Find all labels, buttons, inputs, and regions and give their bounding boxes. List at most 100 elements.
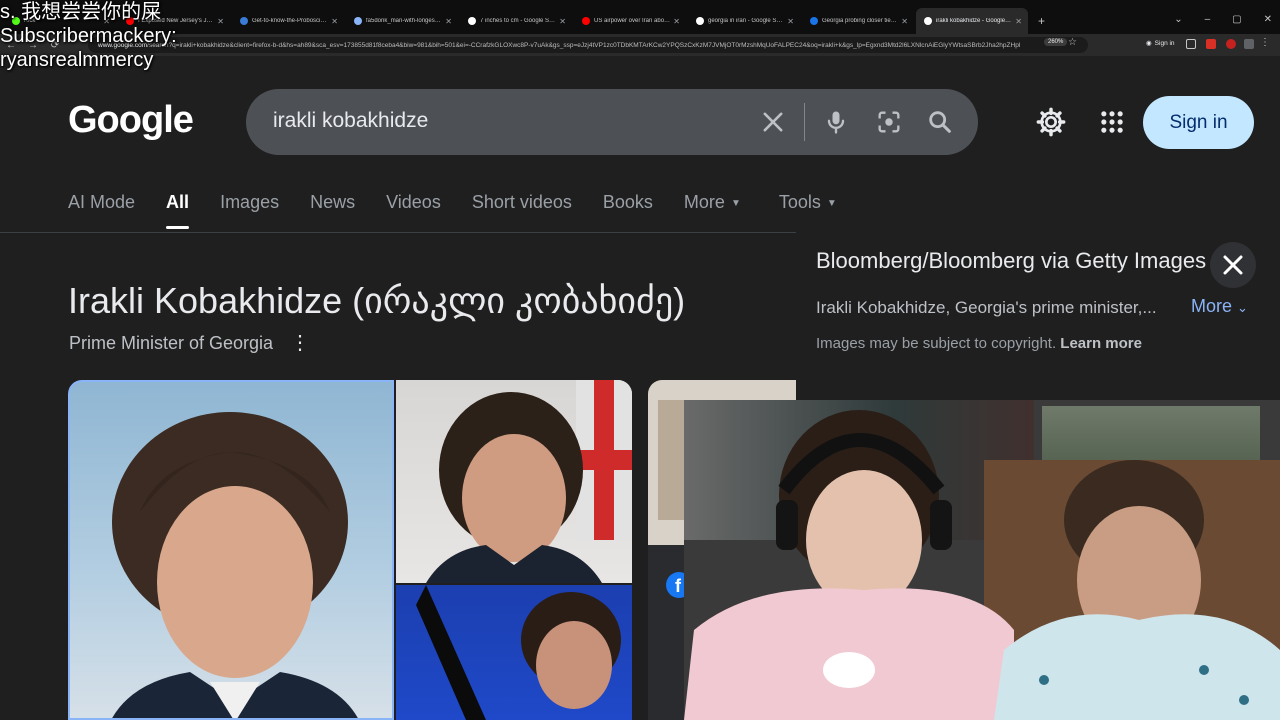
caret-down-icon: ▼ xyxy=(826,197,837,209)
entity-subtitle: Prime Minister of Georgia xyxy=(69,333,274,353)
tabs-divider xyxy=(0,232,810,233)
browser-tab[interactable]: 7 inches to cm - Google Search ✕ xyxy=(460,8,572,34)
tab-favicon xyxy=(696,17,704,25)
tab-title: irakli kobakhidze - Google Search xyxy=(936,18,1012,24)
tab-favicon xyxy=(240,17,248,25)
extension-icon[interactable] xyxy=(1206,39,1216,49)
tab-title: US airpower over Iran about to xyxy=(594,18,671,24)
browser-tab[interactable]: fa5donk_man-with-longest-nose-g✕ xyxy=(346,8,458,34)
gear-icon[interactable] xyxy=(1035,106,1067,138)
search-icon[interactable] xyxy=(926,108,954,136)
tab-favicon xyxy=(810,17,818,25)
close-tab-icon[interactable]: ✕ xyxy=(559,17,566,26)
address-bar[interactable]: www.google.com/search?q=irakli+kobakhidz… xyxy=(88,37,1088,53)
browser-tab[interactable]: US airpower over Iran about to ✕ xyxy=(574,8,686,34)
search-box[interactable]: irakli kobakhidze xyxy=(246,89,978,155)
browser-toolbar: ← → ⟳ www.google.com/search?q=irakli+kob… xyxy=(0,34,1280,56)
sign-in-button[interactable]: Sign in xyxy=(1143,96,1254,149)
svg-text:f: f xyxy=(675,576,682,596)
clear-search-icon[interactable] xyxy=(759,108,787,136)
overlay-subscriber-label: Subscribermackery: xyxy=(0,25,177,47)
portrait-image xyxy=(112,412,358,718)
close-tab-icon[interactable]: ✕ xyxy=(673,17,680,26)
copyright-notice: Images may be subject to copyright. Lear… xyxy=(816,335,1142,352)
tab-ai-mode[interactable]: AI Mode xyxy=(68,192,135,232)
extension-icon[interactable] xyxy=(1186,39,1196,49)
browser-signin[interactable]: ◉ Sign in xyxy=(1146,39,1175,48)
browser-tab-bar: Kick ✕ I Exposed New Jersey's Jewish ✕ Get… xyxy=(0,0,1280,34)
close-tab-icon[interactable]: ✕ xyxy=(901,17,908,26)
extension-icon[interactable] xyxy=(1244,39,1254,49)
tab-favicon xyxy=(582,17,590,25)
close-icon xyxy=(1223,255,1243,275)
browser-tab[interactable]: Georgia probing closer ties with ✕ xyxy=(802,8,914,34)
webcam-overlay xyxy=(684,400,1280,720)
microphone-icon[interactable] xyxy=(822,108,850,136)
tab-title: Get-to-know-the-Proboscis-Mo xyxy=(252,18,329,24)
apps-grid-icon[interactable] xyxy=(1098,108,1126,136)
stream-overlay: s. 我想尝尝你的屎 Subscribermackery: ryansrealm… xyxy=(0,0,177,72)
tab-favicon xyxy=(354,17,362,25)
profile-icon: ◉ xyxy=(1146,40,1152,47)
extension-icon[interactable] xyxy=(1226,39,1236,49)
tab-title: Georgia probing closer ties with xyxy=(822,18,899,24)
image-source[interactable]: Bloomberg/Bloomberg via Getty Images xyxy=(816,248,1206,274)
zoom-badge[interactable]: 260% xyxy=(1044,38,1068,46)
portrait-image xyxy=(426,380,632,583)
copyright-text: Images may be subject to copyright. xyxy=(816,335,1057,352)
tab-news[interactable]: News xyxy=(310,192,355,232)
tab-short-videos[interactable]: Short videos xyxy=(472,192,572,232)
entity-photo-main[interactable] xyxy=(68,380,394,720)
lens-camera-icon[interactable] xyxy=(875,108,903,136)
browser-menu-icon[interactable]: ⋮ xyxy=(1260,37,1270,48)
portrait-image xyxy=(416,585,621,720)
tab-title: georgia in iran - Google Search xyxy=(708,18,785,24)
learn-more-link[interactable]: Learn more xyxy=(1060,335,1142,352)
search-divider xyxy=(804,103,805,141)
browser-signin-label: Sign in xyxy=(1154,39,1175,47)
entity-photo-2[interactable] xyxy=(396,380,632,583)
close-tab-icon[interactable]: ✕ xyxy=(445,17,452,26)
close-tab-icon[interactable]: ✕ xyxy=(217,17,224,26)
close-tab-icon[interactable]: ✕ xyxy=(331,17,338,26)
tab-title: fa5donk_man-with-longest-nose-g xyxy=(366,18,442,24)
minimize-icon[interactable]: – xyxy=(1205,14,1211,25)
close-viewer-button[interactable] xyxy=(1210,242,1256,288)
close-window-icon[interactable]: ✕ xyxy=(1264,14,1272,25)
tab-more-label: More xyxy=(683,192,725,212)
more-options-icon[interactable]: ⋮ xyxy=(290,330,310,355)
search-tabs: AI Mode All Images News Videos Short vid… xyxy=(68,192,868,232)
bookmark-star-icon[interactable]: ☆ xyxy=(1068,37,1077,48)
search-input[interactable]: irakli kobakhidze xyxy=(273,109,428,133)
url-path: /search?q=irakli+kobakhidze&client=firef… xyxy=(147,41,1021,49)
browser-tab[interactable]: georgia in iran - Google Search ✕ xyxy=(688,8,800,34)
browser-tab[interactable]: Get-to-know-the-Proboscis-Mo ✕ xyxy=(232,8,344,34)
tab-favicon xyxy=(468,17,476,25)
tab-videos[interactable]: Videos xyxy=(386,192,441,232)
entity-photo-3[interactable] xyxy=(396,585,632,720)
google-logo[interactable]: Google xyxy=(68,99,194,142)
more-label: More xyxy=(1191,296,1233,316)
tab-tools[interactable]: Tools ▼ xyxy=(779,192,837,232)
overlay-message: s. 我想尝尝你的屎 xyxy=(0,1,162,23)
tab-all[interactable]: All xyxy=(166,192,190,232)
window-controls: ⌄ – ▢ ✕ xyxy=(1174,14,1272,25)
close-tab-icon[interactable]: ✕ xyxy=(787,17,794,26)
tab-favicon xyxy=(924,17,932,25)
overlay-username: ryansrealmmercy xyxy=(0,49,154,71)
entity-title: Irakli Kobakhidze (ირაკლი კობახიძე) xyxy=(68,280,686,321)
tab-more[interactable]: More ▼ xyxy=(684,192,741,232)
tab-list-icon[interactable]: ⌄ xyxy=(1174,14,1182,25)
tab-tools-label: Tools xyxy=(778,192,821,212)
webcam-image xyxy=(684,410,1280,720)
caption-more-link[interactable]: More ⌄ xyxy=(1191,296,1248,317)
tab-images[interactable]: Images xyxy=(220,192,279,232)
screen: Kick ✕ I Exposed New Jersey's Jewish ✕ Get… xyxy=(0,0,1280,720)
chevron-down-icon: ⌄ xyxy=(1237,300,1248,315)
close-tab-icon[interactable]: ✕ xyxy=(1015,17,1022,26)
image-caption: Irakli Kobakhidze, Georgia's prime minis… xyxy=(816,298,1157,317)
tab-books[interactable]: Books xyxy=(603,192,653,232)
new-tab-button[interactable]: + xyxy=(1030,8,1053,34)
restore-icon[interactable]: ▢ xyxy=(1232,14,1241,25)
browser-tab-active[interactable]: irakli kobakhidze - Google Search✕ xyxy=(916,8,1028,34)
